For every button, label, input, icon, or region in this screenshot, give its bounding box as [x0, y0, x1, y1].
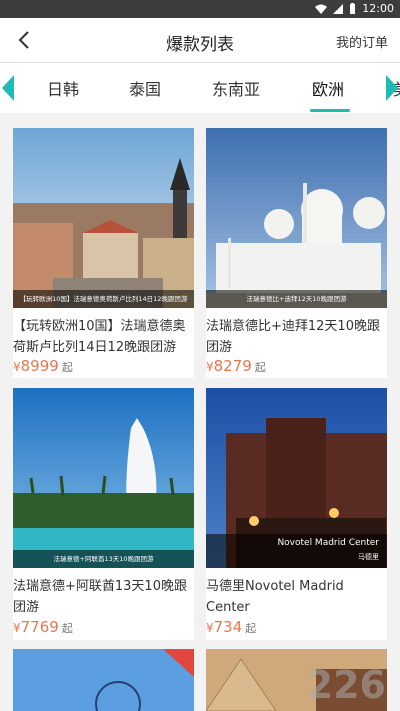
tab-southeast-asia[interactable]: 东南亚 — [212, 76, 260, 100]
my-orders-link[interactable]: 我的订单 — [336, 32, 388, 51]
product-image-london-eye — [13, 649, 194, 711]
product-title: 【玩转欧洲10国】法瑞意德奥荷斯卢比列14日12晚跟团游 — [13, 319, 186, 355]
product-price: ¥7769 起 — [13, 618, 73, 636]
product-image-novotel: Novotel Madrid Center 马德里 — [206, 388, 387, 568]
product-image-prague: 【玩转欧洲10国】法瑞意德奥荷斯卢比列14日12晚跟团游 — [13, 128, 194, 308]
region-tabs: 日韩 泰国 东南亚 欧洲 美 — [0, 63, 400, 113]
watermark: 226 — [306, 663, 386, 707]
product-card[interactable]: 法瑞意德比+迪拜12天10晚跟团游 法瑞意德比+迪拜12天10晚跟团游 ¥827… — [206, 128, 387, 378]
product-price: ¥734 起 — [206, 618, 257, 636]
image-caption-city: 马德里 — [358, 553, 379, 561]
signal-icon — [333, 3, 344, 14]
image-caption: 法瑞意德比+迪拜12天10晚跟团游 — [206, 290, 387, 308]
image-caption: Novotel Madrid Center — [277, 538, 379, 548]
image-caption: 法瑞意德+阿联酋13天10晚跟团游 — [13, 550, 194, 568]
scroll-right-arrow-icon[interactable] — [386, 75, 400, 101]
clock: 12:00 — [362, 2, 394, 15]
scroll-left-arrow-icon[interactable] — [0, 75, 14, 101]
app-header: 爆款列表 我的订单 — [0, 18, 400, 63]
active-tab-indicator — [310, 109, 350, 112]
product-title: 法瑞意德比+迪拜12天10晚跟团游 — [206, 319, 380, 355]
product-card[interactable]: 【玩转欧洲10国】法瑞意德奥荷斯卢比列14日12晚跟团游 【玩转欧洲10国】法瑞… — [13, 128, 194, 378]
product-card[interactable]: Novotel Madrid Center 马德里 马德里Novotel Mad… — [206, 388, 387, 640]
product-title: 马德里Novotel Madrid Center — [206, 579, 344, 615]
product-image-mosque: 法瑞意德比+迪拜12天10晚跟团游 — [206, 128, 387, 308]
image-caption-bar: Novotel Madrid Center 马德里 — [206, 534, 387, 568]
product-title: 法瑞意德+阿联酋13天10晚跟团游 — [13, 579, 187, 615]
tab-europe[interactable]: 欧洲 — [312, 76, 344, 100]
product-price: ¥8279 起 — [206, 357, 266, 375]
image-caption: 【玩转欧洲10国】法瑞意德奥荷斯卢比列14日12晚跟团游 — [13, 290, 194, 308]
product-image-burj-al-arab: 法瑞意德+阿联酋13天10晚跟团游 — [13, 388, 194, 568]
product-card[interactable]: 法瑞意德+阿联酋13天10晚跟团游 法瑞意德+阿联酋13天10晚跟团游 ¥776… — [13, 388, 194, 640]
status-bar: 12:00 — [0, 0, 400, 18]
tab-japan-korea[interactable]: 日韩 — [47, 76, 79, 100]
product-card[interactable] — [13, 649, 194, 711]
tab-thailand[interactable]: 泰国 — [129, 76, 161, 100]
wifi-icon — [315, 4, 328, 14]
battery-icon — [350, 3, 356, 14]
product-price: ¥8999 起 — [13, 357, 73, 375]
